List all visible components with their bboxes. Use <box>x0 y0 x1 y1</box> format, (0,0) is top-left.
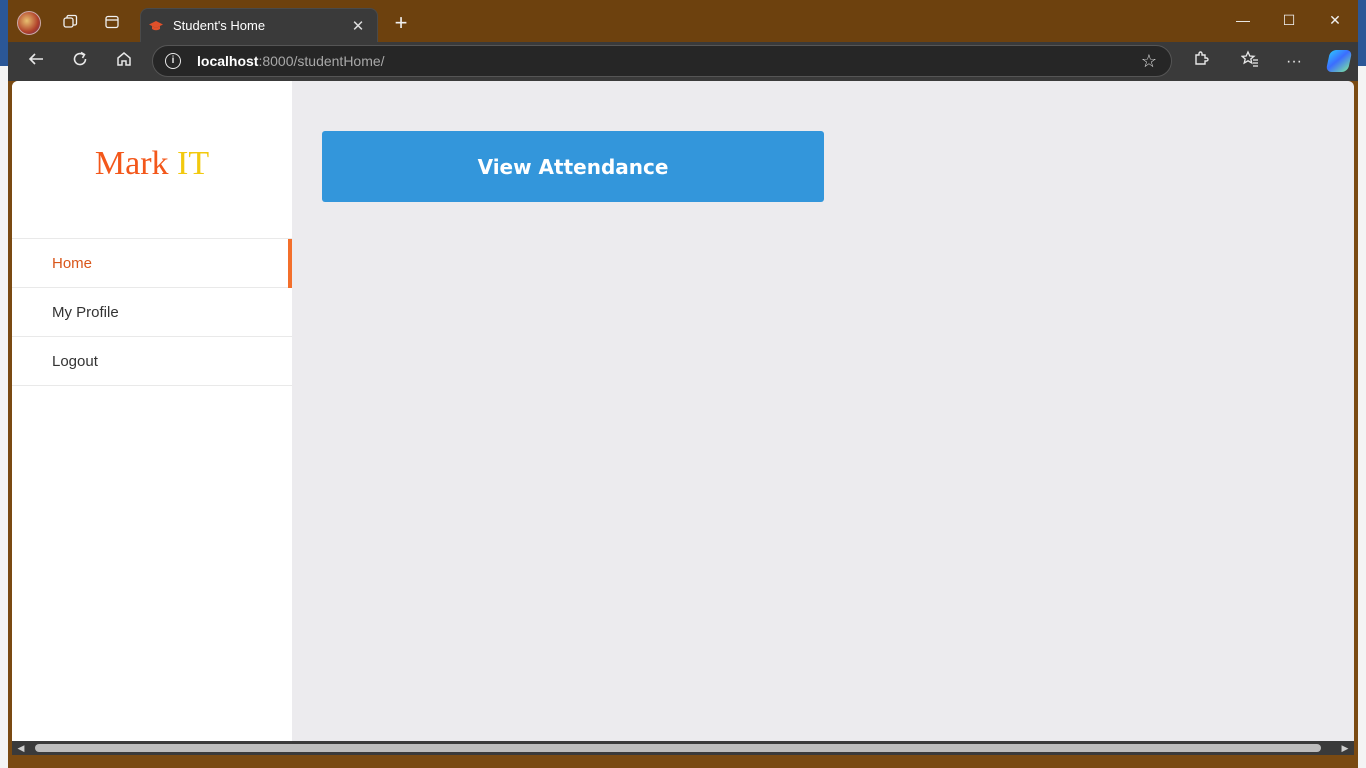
horizontal-scrollbar[interactable]: ◀ ▶ <box>12 741 1354 755</box>
scrollbar-thumb[interactable] <box>35 744 1321 752</box>
screen: Student's Home ✕ + — ☐ ✕ i localhost :80… <box>0 0 1366 768</box>
info-icon[interactable]: i <box>165 53 181 69</box>
sidebar-item-logout[interactable]: Logout <box>12 337 292 386</box>
workspaces-icon[interactable] <box>58 10 82 34</box>
logo: Mark IT <box>12 145 292 183</box>
sidebar-nav: Home My Profile Logout <box>12 238 292 386</box>
tab-title: Student's Home <box>173 18 266 33</box>
puzzle-icon[interactable] <box>1189 50 1213 74</box>
more-icon[interactable]: ··· <box>1282 50 1306 74</box>
view-attendance-button[interactable]: View Attendance <box>322 131 824 202</box>
favorites-icon[interactable] <box>1238 50 1262 74</box>
tab-students-home[interactable]: Student's Home ✕ <box>140 8 378 42</box>
sidebar: Mark IT Home My Profile Logout <box>12 81 292 741</box>
logo-text-it: IT <box>177 145 210 182</box>
graduation-cap-icon <box>149 20 163 32</box>
minimize-button[interactable]: — <box>1228 8 1258 32</box>
refresh-icon[interactable] <box>67 49 93 75</box>
maximize-button[interactable]: ☐ <box>1274 8 1304 32</box>
url-host: localhost <box>197 53 259 69</box>
browser-toolbar: i localhost :8000/studentHome/ ☆ ··· <box>8 42 1358 81</box>
close-tab-icon[interactable]: ✕ <box>349 17 367 35</box>
sidebar-item-home[interactable]: Home <box>12 239 292 288</box>
page-viewport: Mark IT Home My Profile Logout View Atte… <box>12 81 1354 741</box>
title-bar: Student's Home ✕ + — ☐ ✕ <box>8 0 1358 42</box>
vertical-tabs-icon[interactable] <box>100 10 124 34</box>
star-icon[interactable]: ☆ <box>1141 51 1157 72</box>
home-icon[interactable] <box>111 49 137 75</box>
logo-text-mark: Mark <box>94 145 178 182</box>
profile-avatar[interactable] <box>17 11 41 35</box>
address-bar[interactable]: i localhost :8000/studentHome/ ☆ <box>152 45 1172 77</box>
scroll-right-icon[interactable]: ▶ <box>1338 741 1352 755</box>
url-path: :8000/studentHome/ <box>258 53 385 69</box>
arrow-left-icon[interactable] <box>23 49 49 75</box>
main-content: View Attendance <box>292 81 1354 741</box>
close-window-button[interactable]: ✕ <box>1320 8 1350 32</box>
new-tab-button[interactable]: + <box>388 10 414 36</box>
browser-window: Student's Home ✕ + — ☐ ✕ i localhost :80… <box>8 0 1358 768</box>
desktop-left-edge <box>0 0 8 768</box>
scroll-left-icon[interactable]: ◀ <box>14 741 28 755</box>
sidebar-item-my-profile[interactable]: My Profile <box>12 288 292 337</box>
window-bottom-edge <box>8 755 1358 768</box>
copilot-icon[interactable] <box>1325 50 1353 72</box>
